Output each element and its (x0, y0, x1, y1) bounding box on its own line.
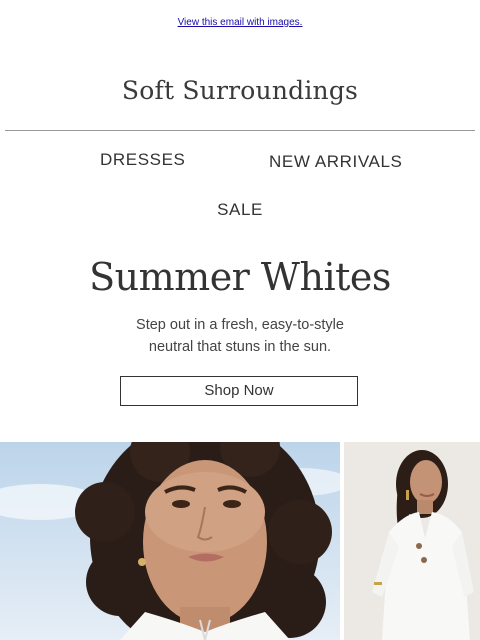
model-photo-left[interactable] (0, 442, 340, 640)
model-photo-left-image (0, 442, 340, 640)
nav-sale-link[interactable]: SALE (0, 200, 480, 220)
hero-headline: Summer Whites (89, 255, 391, 299)
hero-subtext: Step out in a fresh, easy-to-style neutr… (0, 314, 480, 358)
hero-subtext-line2: neutral that stuns in the sun. (148, 339, 332, 355)
shop-now-button[interactable]: Shop Now (120, 376, 358, 406)
nav-dresses-link[interactable]: DRESSES (100, 150, 185, 170)
view-in-browser-link[interactable]: View this email with images. (0, 17, 480, 28)
hero-subtext-line1: Step out in a fresh, easy-to-style (136, 317, 344, 333)
header-divider (5, 130, 475, 131)
model-photo-right[interactable] (344, 442, 480, 640)
brand-logo[interactable]: Soft Surroundings (0, 76, 480, 105)
nav-new-arrivals-link[interactable]: NEW ARRIVALS (269, 152, 402, 172)
model-photo-right-image (344, 442, 480, 640)
